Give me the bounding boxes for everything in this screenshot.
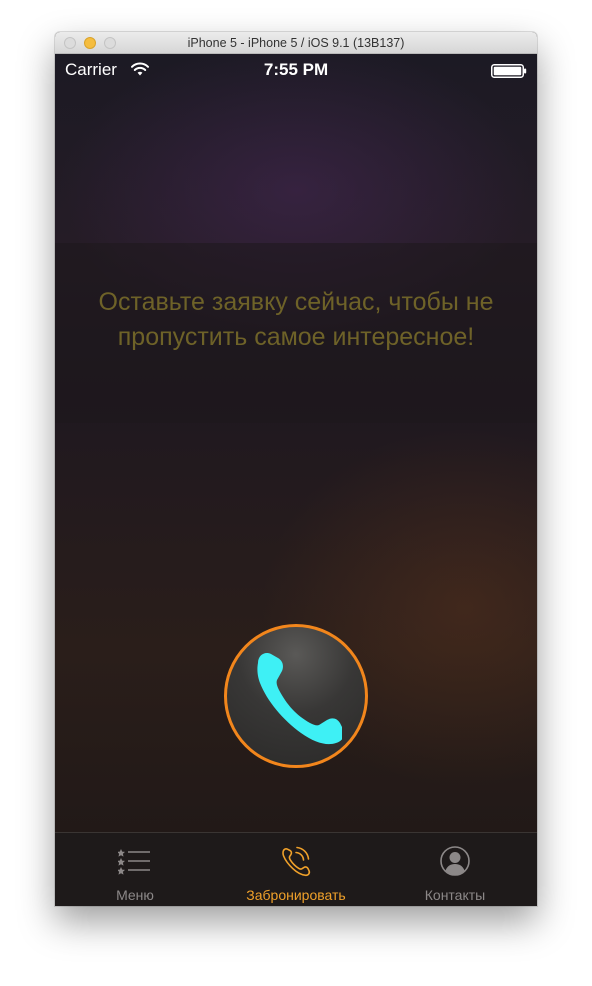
promo-message: Оставьте заявку сейчас, чтобы не пропуст… [98, 288, 494, 351]
status-time: 7:55 PM [263, 60, 329, 79]
tab-menu-label: Меню [116, 887, 154, 903]
call-button[interactable] [224, 624, 368, 768]
window-title: iPhone 5 - iPhone 5 / iOS 9.1 (13B137) [187, 36, 405, 50]
contact-person-icon [440, 846, 470, 876]
tab-booking-label: Забронировать [246, 887, 346, 903]
simulator-window: iPhone 5 - iPhone 5 / iOS 9.1 (13B137) C… [55, 32, 537, 906]
tab-contacts-label: Контакты [424, 887, 486, 903]
tab-booking[interactable]: Забронировать [216, 833, 376, 906]
phone-ringing-icon [282, 846, 311, 877]
status-bar: Carrier 7:55 PM [55, 54, 537, 84]
tab-contacts[interactable]: Контакты [375, 833, 535, 906]
phone-icon [257, 653, 342, 745]
tab-menu[interactable]: Меню [55, 833, 215, 906]
promo-banner: Оставьте заявку сейчас, чтобы не пропуст… [55, 243, 537, 423]
window-titlebar: iPhone 5 - iPhone 5 / iOS 9.1 (13B137) [55, 32, 537, 54]
battery-icon [491, 64, 527, 78]
tab-bar: Меню Забронировать Контакты [55, 832, 537, 906]
menu-list-icon [118, 849, 150, 875]
app-screen: Carrier 7:55 PM Оставьте заявку сейчас, … [55, 54, 537, 906]
